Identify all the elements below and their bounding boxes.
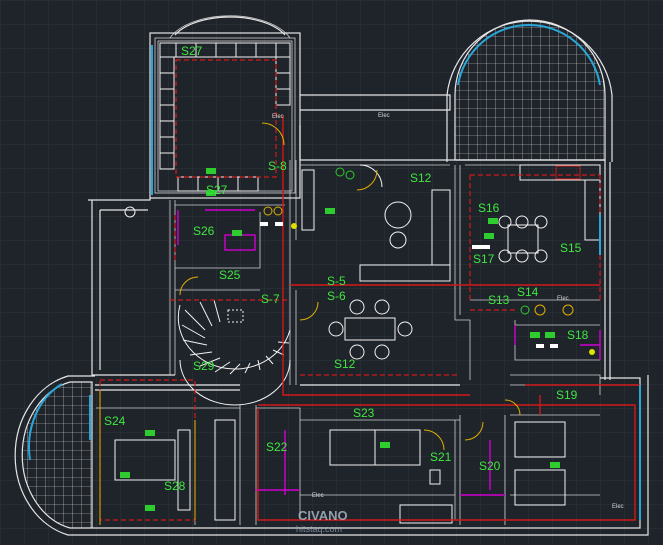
room-label-s25: S25	[219, 268, 241, 282]
room-label-s27: S27	[181, 44, 203, 58]
room-label-s12a: S12	[410, 171, 432, 185]
svg-text:Elec: Elec	[612, 504, 624, 510]
room-label-s28: S28	[164, 479, 186, 493]
room-label-s22: S22	[266, 440, 288, 454]
room-label-s8: S-8	[268, 159, 287, 173]
watermark: CIVANO hitstaq.com	[296, 508, 348, 534]
room-label-s14: S14	[517, 285, 539, 299]
room-label-s24: S24	[104, 414, 126, 428]
room-label-s13: S13	[488, 293, 510, 307]
room-label-s23: S23	[353, 406, 375, 420]
room-label-s6: S-6	[327, 289, 346, 303]
svg-text:Elec: Elec	[557, 296, 569, 302]
room-label-s17: S17	[473, 252, 495, 266]
svg-text:Elec: Elec	[272, 114, 284, 120]
room-label-s21: S21	[430, 450, 452, 464]
room-label-s12b: S12	[334, 357, 356, 371]
floor-plan: Elec Elec Elec Elec Elec S27 S27 S-8 S12…	[0, 0, 663, 545]
svg-text:CIVANO: CIVANO	[298, 508, 348, 523]
room-label-s27b: S27	[206, 183, 228, 197]
room-label-s29: S29	[193, 359, 215, 373]
room-label-s20: S20	[479, 459, 501, 473]
room-label-s7: S-7	[261, 292, 280, 306]
room-label-s19: S19	[556, 388, 578, 402]
svg-text:hitstaq.com: hitstaq.com	[296, 524, 342, 534]
room-label-s5: S-5	[327, 274, 346, 288]
room-label-s26: S26	[193, 224, 215, 238]
room-label-s18: S18	[567, 328, 589, 342]
room-label-s15: S15	[560, 241, 582, 255]
room-label-s16: S16	[478, 201, 500, 215]
svg-text:Elec: Elec	[312, 493, 324, 499]
svg-text:Elec: Elec	[378, 113, 390, 119]
